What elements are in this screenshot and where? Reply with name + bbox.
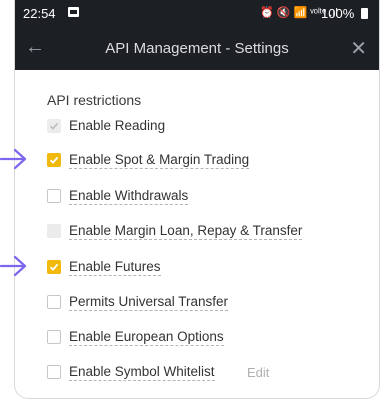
option-label: Enable Margin Loan, Repay & Transfer <box>69 223 303 240</box>
option-label[interactable]: Enable European Options <box>69 329 224 346</box>
checkbox-margin-loan <box>47 224 61 238</box>
section-title: API restrictions <box>47 92 142 108</box>
edit-link[interactable]: Edit <box>247 365 269 380</box>
option-enable-spot-margin-trading[interactable]: Enable Spot & Margin Trading <box>47 152 367 172</box>
pointer-arrow-icon <box>0 148 27 170</box>
checkbox-universal-transfer[interactable] <box>47 295 61 309</box>
checkbox-enable-reading <box>47 119 61 133</box>
option-label: Enable Reading <box>69 118 166 133</box>
close-icon[interactable]: ✕ <box>350 36 367 61</box>
status-time: 22:54 <box>23 6 56 21</box>
checkbox-european-options[interactable] <box>47 330 61 344</box>
checkbox-symbol-whitelist[interactable] <box>47 365 61 379</box>
checkbox-futures[interactable] <box>47 260 61 274</box>
page-title: API Management - Settings <box>105 40 289 57</box>
option-enable-margin-loan: Enable Margin Loan, Repay & Transfer <box>47 223 367 243</box>
option-enable-futures[interactable]: Enable Futures <box>47 259 367 279</box>
option-enable-symbol-whitelist[interactable]: Enable Symbol Whitelist Edit <box>47 364 367 384</box>
option-enable-reading: Enable Reading <box>47 118 367 138</box>
checkbox-withdrawals[interactable] <box>47 189 61 203</box>
checkbox-spot-margin-trading[interactable] <box>47 153 61 167</box>
image-notification-icon <box>68 7 79 17</box>
app-header: ← API Management - Settings ✕ <box>15 26 379 70</box>
battery-icon <box>361 8 368 19</box>
pointer-arrow-icon <box>0 255 27 277</box>
option-label[interactable]: Enable Futures <box>69 259 161 276</box>
phone-screen: 22:54 ⏰ 🔇 📶 ᵛᵒˡᵗᵉ .ıl 100% ← API Managem… <box>14 0 380 399</box>
option-label[interactable]: Enable Withdrawals <box>69 188 189 205</box>
option-label[interactable]: Permits Universal Transfer <box>69 294 229 311</box>
option-permits-universal-transfer[interactable]: Permits Universal Transfer <box>47 294 367 314</box>
option-enable-european-options[interactable]: Enable European Options <box>47 329 367 349</box>
status-bar: 22:54 ⏰ 🔇 📶 ᵛᵒˡᵗᵉ .ıl 100% <box>15 0 379 26</box>
option-enable-withdrawals[interactable]: Enable Withdrawals <box>47 188 367 208</box>
option-label[interactable]: Enable Symbol Whitelist <box>69 364 215 381</box>
battery-percent: 100% <box>321 6 355 21</box>
option-label[interactable]: Enable Spot & Margin Trading <box>69 152 250 169</box>
